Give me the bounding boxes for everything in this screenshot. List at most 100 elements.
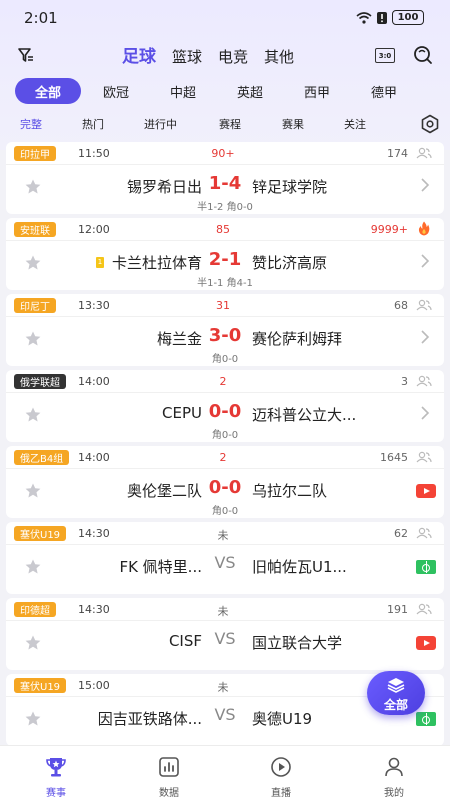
home-team: CEPU	[162, 404, 202, 422]
tab-matches[interactable]: 赛事	[26, 752, 86, 799]
status-filters: 完整 热门 进行中 赛程 赛果 关注	[0, 112, 450, 134]
match-substats-text: 半1-1 角4-1	[197, 278, 253, 289]
league-ucl[interactable]: 欧冠	[95, 78, 137, 104]
pitch-icon[interactable]	[416, 712, 436, 726]
filter-followed[interactable]: 关注	[344, 116, 366, 132]
star-icon[interactable]	[24, 482, 42, 500]
match-card[interactable]: 安班联 12:00 85 9999+ 1 卡兰杜拉体育 2-1 赞比济高原 半1-…	[6, 218, 444, 290]
tab-label-matches: 赛事	[46, 788, 66, 799]
home-team: FK 佩特里...	[119, 558, 202, 576]
filter-results[interactable]: 赛果	[282, 116, 304, 132]
chevron-right-icon	[421, 178, 430, 192]
chevron-right-icon	[421, 330, 430, 344]
card-divider	[6, 240, 444, 241]
away-team: 奥德U19	[252, 710, 313, 728]
battery-level: 100	[397, 12, 419, 23]
away-team: 锌足球学院	[252, 178, 328, 196]
match-card[interactable]: 印德超 14:30 未 191 CISF VS 国立联合大学	[6, 598, 444, 670]
star-icon[interactable]	[24, 178, 42, 196]
match-score-text: VS	[214, 553, 236, 572]
match-minute-text: 2	[219, 451, 227, 464]
tab-other[interactable]: 其他	[264, 46, 294, 67]
match-time: 12:00	[78, 223, 110, 236]
match-minute-text: 未	[217, 529, 229, 542]
tab-basketball[interactable]: 篮球	[172, 46, 202, 67]
home-team: 梅兰金	[156, 330, 202, 348]
tab-data[interactable]: 数据	[139, 752, 199, 799]
league-laliga[interactable]: 西甲	[296, 78, 338, 104]
layers-icon	[387, 678, 405, 693]
league-tag: 塞伏U19	[14, 526, 67, 541]
video-icon[interactable]	[416, 636, 436, 650]
away-team: 旧帕佐瓦U1...	[252, 558, 347, 576]
filter-hot[interactable]: 热门	[82, 116, 104, 132]
match-minute-text: 31	[216, 299, 230, 312]
status-time: 2:01	[24, 9, 58, 27]
search-icon[interactable]	[413, 45, 433, 65]
match-card[interactable]: 塞伏U19 14:30 未 62 FK 佩特里... VS 旧帕佐瓦U1...	[6, 522, 444, 594]
chevron-right-icon	[421, 254, 430, 268]
tab-esports[interactable]: 电竞	[218, 46, 248, 67]
pitch-icon[interactable]	[416, 560, 436, 574]
league-tag: 印德超	[14, 602, 56, 617]
league-tag: 俄学联超	[14, 374, 66, 389]
home-team-wrap: 1 卡兰杜拉体育	[95, 252, 202, 273]
people-icon	[416, 451, 432, 463]
tab-profile[interactable]: 我的	[364, 752, 424, 799]
match-time: 14:00	[78, 375, 110, 388]
trophy-icon	[46, 758, 66, 777]
settings-icon[interactable]	[420, 114, 440, 134]
alert-icon	[377, 11, 387, 24]
chevron-right-icon	[421, 406, 430, 420]
match-card[interactable]: 印尼丁 13:30 31 68 梅兰金 3-0 赛伦萨利姆拜 角0-0	[6, 294, 444, 366]
all-floating-button[interactable]: 全部	[367, 671, 425, 715]
league-tag: 印尼丁	[14, 298, 56, 313]
star-icon[interactable]	[24, 558, 42, 576]
filter-complete[interactable]: 完整	[20, 116, 42, 132]
match-card[interactable]: 俄乙B4组 14:00 2 1645 奥伦堡二队 0-0 乌拉尔二队 角0-0	[6, 446, 444, 518]
fire-icon	[418, 221, 430, 236]
star-icon[interactable]	[24, 634, 42, 652]
match-card[interactable]: 印拉甲 11:50 90+ 174 锡罗希日出 1-4 锌足球学院 半1-2 角…	[6, 142, 444, 214]
star-icon[interactable]	[24, 330, 42, 348]
match-minute-text: 90+	[211, 147, 235, 160]
match-time: 15:00	[78, 679, 110, 692]
match-time: 14:30	[78, 603, 110, 616]
match-time: 13:30	[78, 299, 110, 312]
match-card-header: 印尼丁 13:30 31 68	[6, 294, 444, 316]
match-minute-text: 2	[219, 375, 227, 388]
status-icons: 100	[356, 10, 424, 25]
star-icon[interactable]	[24, 254, 42, 272]
card-divider	[6, 544, 444, 545]
viewer-count: 191	[387, 603, 408, 616]
match-card-header: 俄学联超 14:00 2 3	[6, 370, 444, 392]
scoreboard-icon[interactable]: 3:0	[375, 48, 395, 63]
league-all[interactable]: 全部	[15, 78, 81, 104]
card-divider	[6, 164, 444, 165]
people-icon	[416, 147, 432, 159]
video-icon[interactable]	[416, 484, 436, 498]
home-team: 卡兰杜拉体育	[111, 254, 202, 272]
tab-football[interactable]: 足球	[122, 42, 156, 67]
match-score-text: 0-0	[208, 401, 242, 422]
league-csl[interactable]: 中超	[162, 78, 204, 104]
tab-live[interactable]: 直播	[251, 752, 311, 799]
match-card-header: 塞伏U19 14:30 未 62	[6, 522, 444, 544]
star-icon[interactable]	[24, 710, 42, 728]
league-tabs: 全部 欧冠 中超 英超 西甲 德甲	[0, 78, 450, 106]
star-icon[interactable]	[24, 406, 42, 424]
filter-schedule[interactable]: 赛程	[219, 116, 241, 132]
tab-label-live: 直播	[271, 788, 291, 799]
match-substats-text: 半1-2 角0-0	[197, 202, 253, 213]
league-bundesliga[interactable]: 德甲	[363, 78, 405, 104]
viewer-count: 1645	[380, 451, 408, 464]
match-card-header: 俄乙B4组 14:00 2 1645	[6, 446, 444, 468]
filter-live[interactable]: 进行中	[144, 116, 177, 132]
match-card-header: 印拉甲 11:50 90+ 174	[6, 142, 444, 164]
away-team: 赞比济高原	[252, 254, 328, 272]
away-team: 迈科普公立大...	[252, 406, 357, 424]
viewer-count: 9999+	[370, 223, 408, 236]
league-epl[interactable]: 英超	[229, 78, 271, 104]
filter-icon[interactable]	[17, 46, 35, 64]
match-card[interactable]: 俄学联超 14:00 2 3 CEPU 0-0 迈科普公立大... 角0-0	[6, 370, 444, 442]
